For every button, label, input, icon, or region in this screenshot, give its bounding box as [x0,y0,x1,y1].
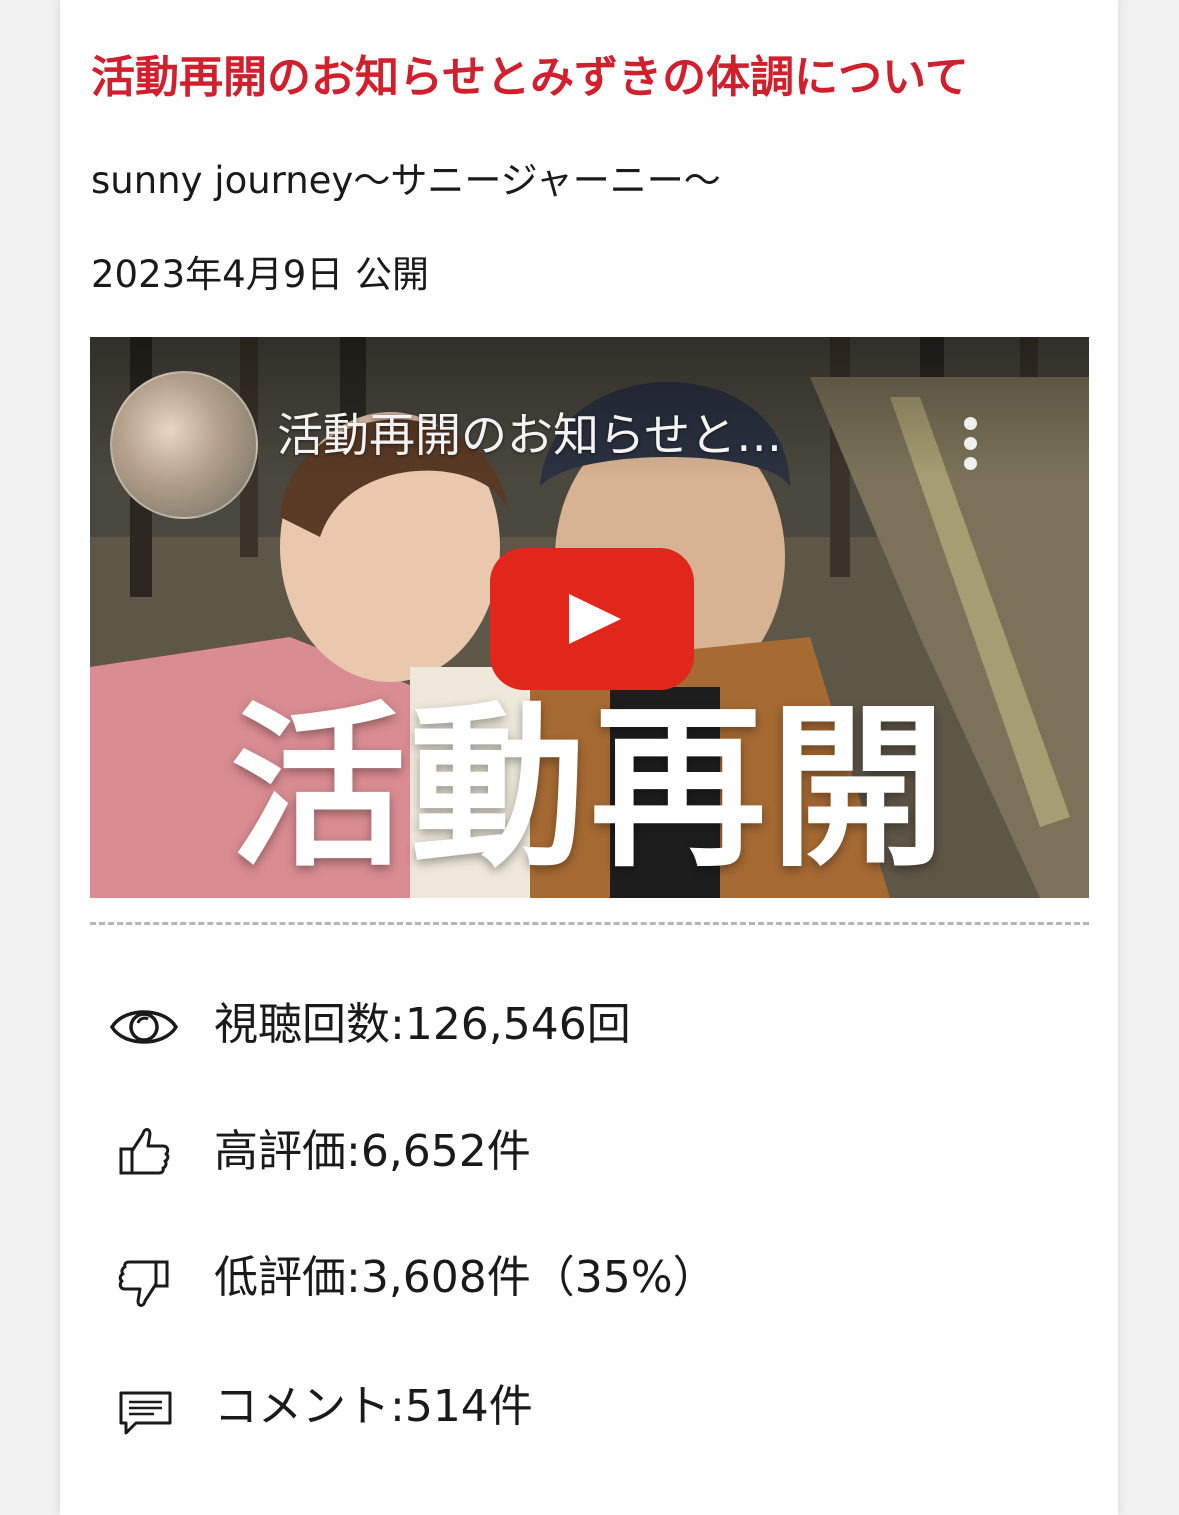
likes-count: 高評価:6,652件 [214,1126,531,1177]
stat-likes: 高評価:6,652件 [108,1122,1008,1182]
article-card: 活動再開のお知らせとみずきの体調について sunny journey〜サニージャ… [60,0,1118,1515]
channel-name: sunny journey〜サニージャーニー〜 [91,159,721,202]
dashed-divider [90,922,1089,925]
eye-icon [108,995,180,1055]
comment-icon [108,1377,180,1437]
stat-dislikes: 低評価:3,608件（35%） [108,1248,1008,1308]
thumbs-up-icon [108,1122,180,1182]
stat-views: 視聴回数:126,546回 [108,995,1008,1055]
views-count: 視聴回数:126,546回 [214,999,631,1050]
dislikes-count: 低評価:3,608件（35%） [214,1252,717,1303]
video-title[interactable]: 活動再開のお知らせと… [277,399,782,465]
channel-avatar[interactable] [110,371,258,519]
play-button[interactable] [490,548,694,690]
article-title[interactable]: 活動再開のお知らせとみずきの体調について [91,48,1091,108]
publish-date: 2023年4月9日 公開 [91,253,430,296]
thumbnail-caption: 活動再開 [230,686,951,891]
more-vert-icon[interactable] [956,417,986,471]
comments-count: コメント:514件 [214,1381,533,1432]
video-player[interactable]: 活動再開のお知らせと… 活動再開 [90,337,1089,898]
thumbs-down-icon [108,1248,180,1308]
play-icon [569,594,621,644]
stat-comments: コメント:514件 [108,1377,1008,1437]
